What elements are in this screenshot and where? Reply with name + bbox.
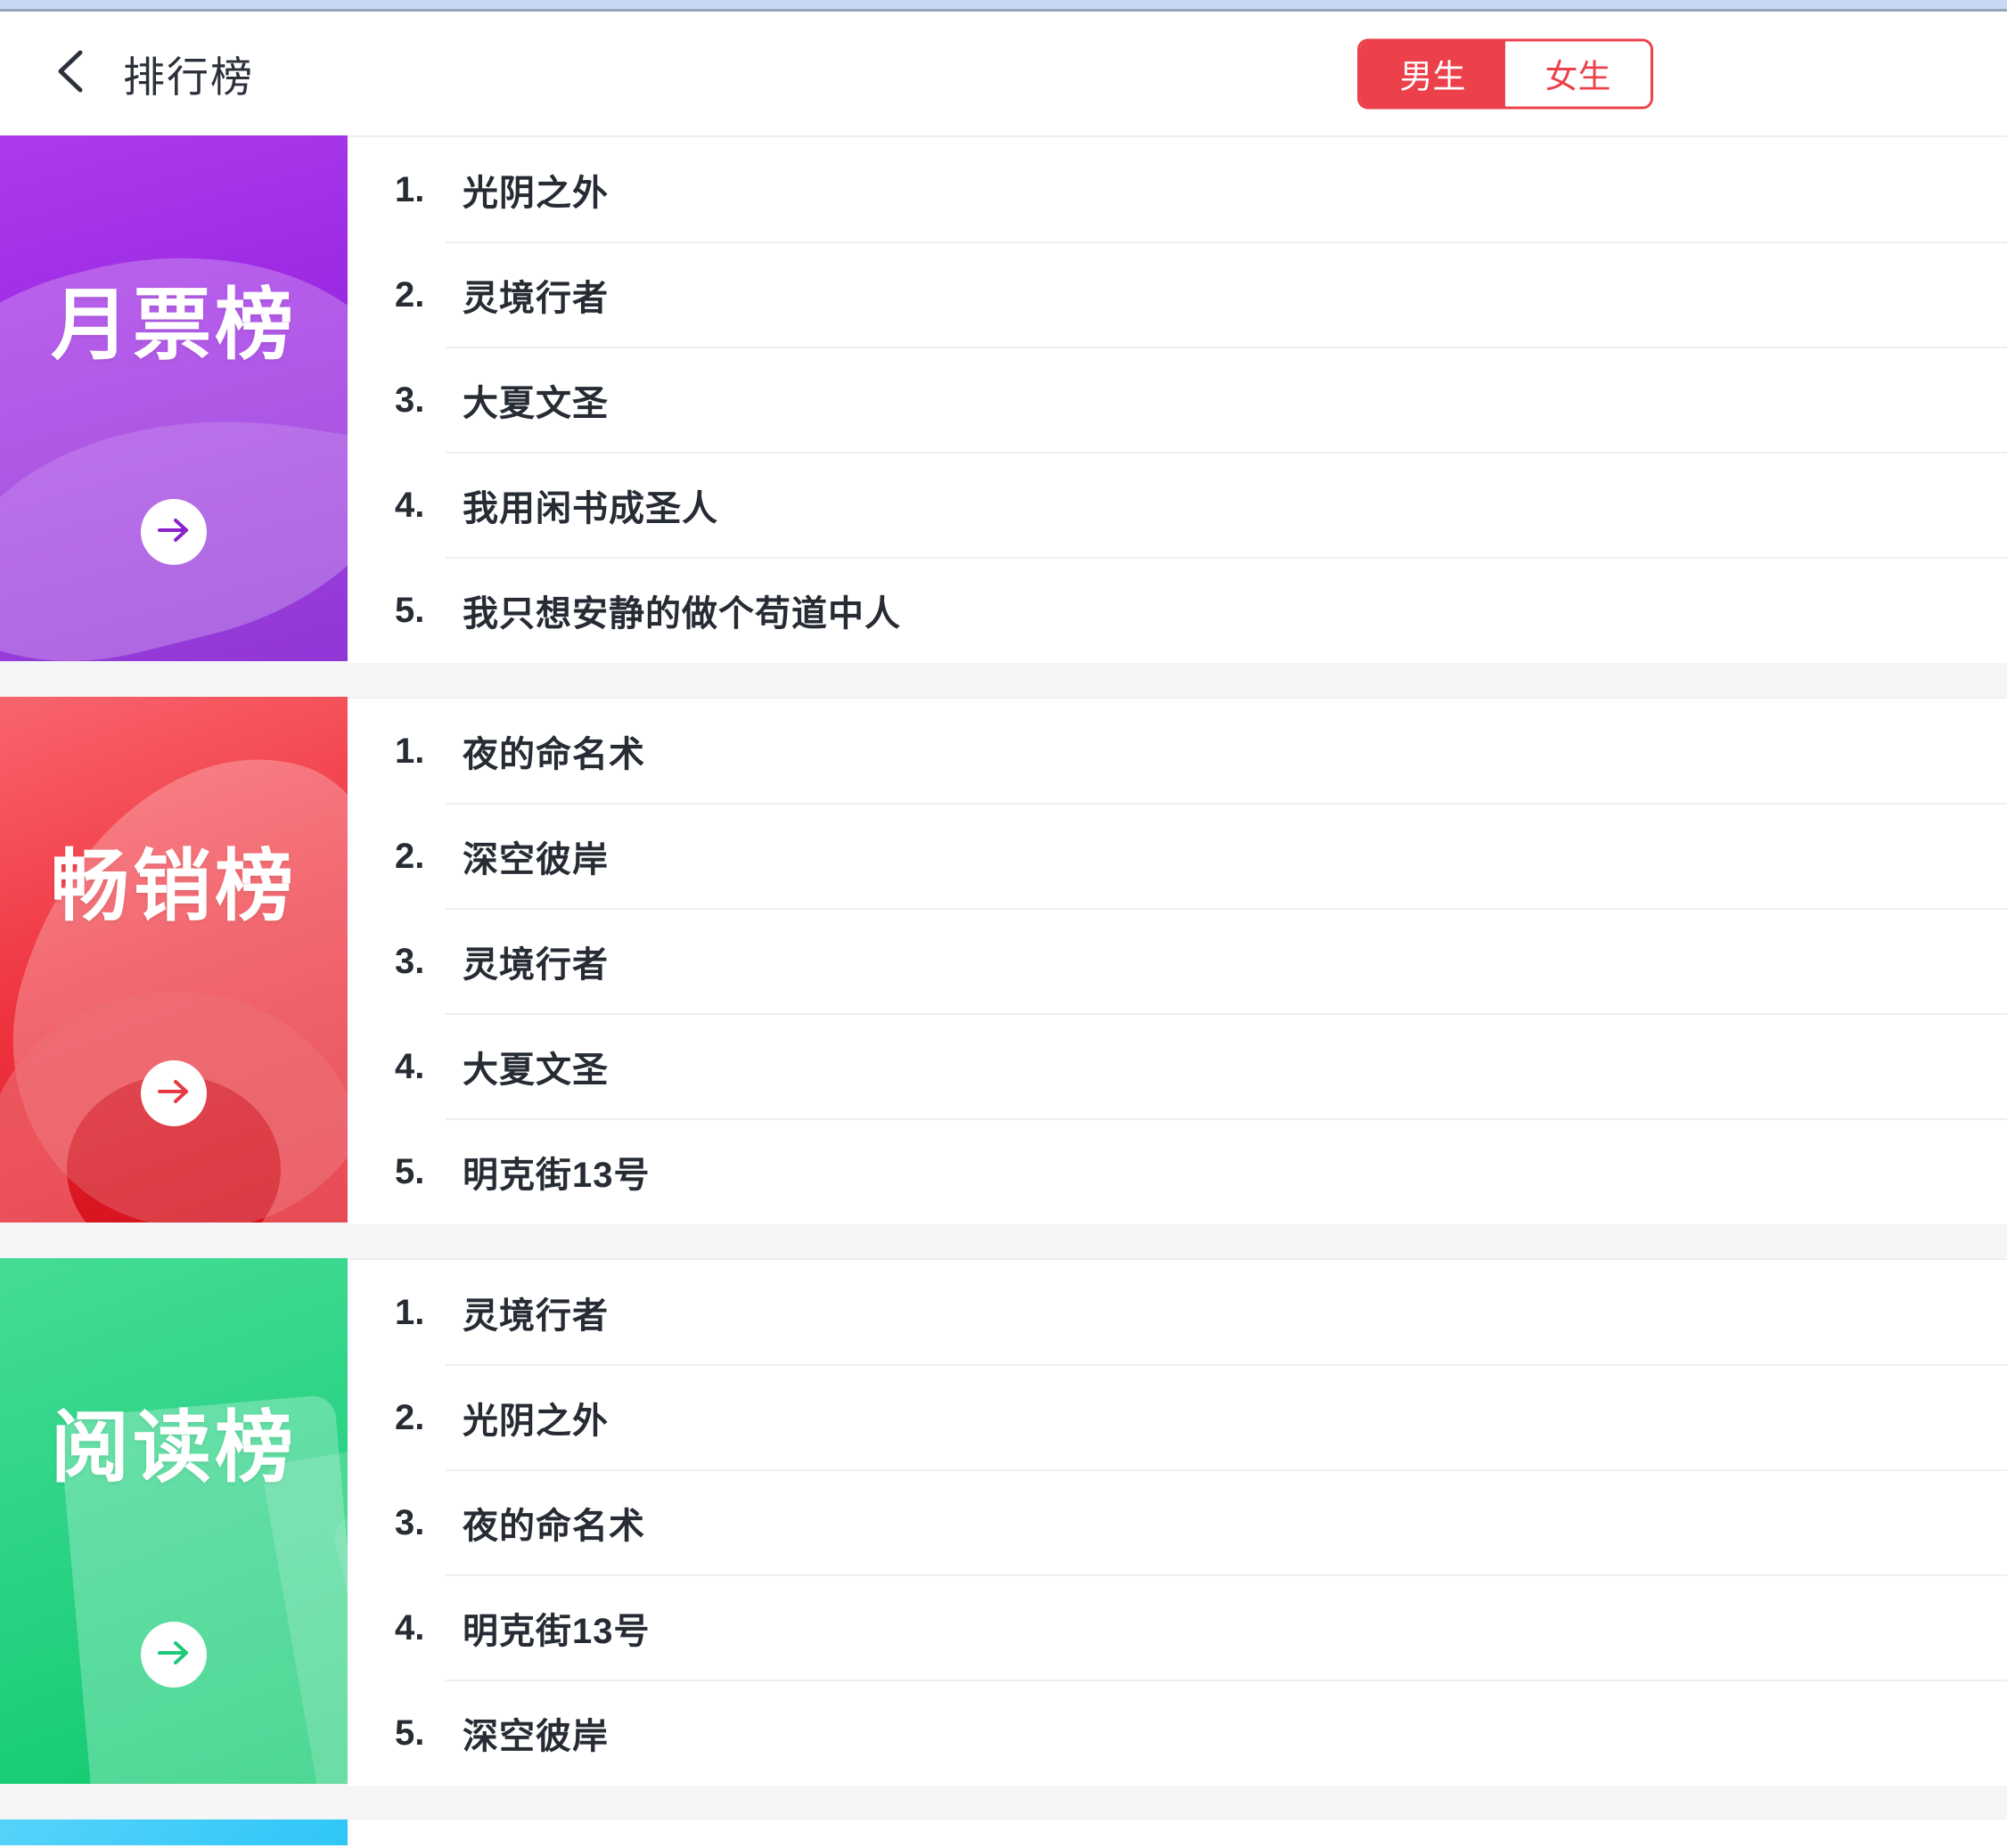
book-title: 大夏文圣 bbox=[463, 374, 609, 426]
book-row[interactable]: 2. 光阴之外 bbox=[348, 1365, 2007, 1470]
book-title: 光阴之外 bbox=[463, 1392, 609, 1443]
book-rank: 3. bbox=[395, 942, 452, 982]
book-row[interactable]: 1. 灵境行者 bbox=[348, 1260, 2007, 1365]
book-title: 明克街13号 bbox=[463, 1602, 651, 1654]
book-rank: 2. bbox=[395, 1398, 452, 1438]
arrow-right-icon bbox=[157, 1078, 191, 1109]
book-row[interactable]: 2. 深空彼岸 bbox=[348, 804, 2007, 909]
book-title: 灵境行者 bbox=[463, 1287, 609, 1338]
book-rank: 4. bbox=[395, 1047, 452, 1087]
book-rank: 3. bbox=[395, 380, 452, 421]
book-rank: 5. bbox=[395, 1152, 452, 1192]
book-rank: 3. bbox=[395, 1503, 452, 1543]
book-row[interactable]: 1. 夜的命名术 bbox=[348, 699, 2007, 804]
book-title: 夜的命名术 bbox=[463, 1497, 645, 1549]
book-title: 我用闲书成圣人 bbox=[463, 479, 718, 531]
book-title: 大夏文圣 bbox=[463, 1041, 609, 1092]
book-row[interactable]: 5. 明克街13号 bbox=[348, 1119, 2007, 1224]
book-row[interactable]: 2. 灵境行者 bbox=[348, 242, 2007, 348]
book-row[interactable]: 4. 大夏文圣 bbox=[348, 1014, 2007, 1119]
section-monthly-ticket: 月票榜 1. 光阴之外 2. 灵境行者 3. 大夏文圣 bbox=[0, 135, 2007, 661]
book-rank: 4. bbox=[395, 1608, 452, 1648]
gender-toggle: 男生 女生 bbox=[1357, 38, 1653, 109]
book-rank: 2. bbox=[395, 275, 452, 315]
section-reading: 阅读榜 1. 灵境行者 2. 光阴之外 3. 夜的命名 bbox=[0, 1258, 2007, 1784]
book-row[interactable]: 3. 大夏文圣 bbox=[348, 348, 2007, 453]
book-rank: 5. bbox=[395, 591, 452, 631]
section-bestseller: 畅销榜 1. 夜的命名术 2. 深空彼岸 3. 灵境行 bbox=[0, 697, 2007, 1222]
reading-more-button[interactable] bbox=[141, 1622, 207, 1688]
bestseller-card[interactable]: 畅销榜 bbox=[0, 697, 348, 1222]
next-ranking-card-peek[interactable] bbox=[0, 1819, 348, 1845]
book-rank: 1. bbox=[395, 170, 452, 210]
book-rank: 2. bbox=[395, 837, 452, 877]
book-rank: 5. bbox=[395, 1713, 452, 1754]
monthly-ticket-more-button[interactable] bbox=[141, 499, 207, 565]
book-row[interactable]: 4. 明克街13号 bbox=[348, 1575, 2007, 1680]
book-row[interactable]: 4. 我用闲书成圣人 bbox=[348, 453, 2007, 558]
toggle-male-button[interactable]: 男生 bbox=[1360, 41, 1505, 106]
section-separator bbox=[0, 1222, 2007, 1258]
book-title: 灵境行者 bbox=[463, 936, 609, 987]
card-label: 月票榜 bbox=[0, 262, 348, 375]
section-separator bbox=[0, 1784, 2007, 1819]
book-row[interactable]: 5. 我只想安静的做个苟道中人 bbox=[348, 558, 2007, 663]
book-rank: 1. bbox=[395, 1293, 452, 1333]
book-title: 深空彼岸 bbox=[463, 830, 609, 882]
book-row[interactable]: 3. 夜的命名术 bbox=[348, 1470, 2007, 1575]
bestseller-more-button[interactable] bbox=[141, 1060, 207, 1126]
monthly-ticket-card[interactable]: 月票榜 bbox=[0, 135, 348, 661]
chevron-left-icon bbox=[54, 49, 85, 98]
book-title: 夜的命名术 bbox=[463, 725, 645, 777]
section-separator bbox=[0, 661, 2007, 697]
browser-top-strip bbox=[0, 0, 2007, 12]
book-title: 明克街13号 bbox=[463, 1146, 651, 1198]
reading-book-list: 1. 灵境行者 2. 光阴之外 3. 夜的命名术 4. 明克街13号 5. 深空… bbox=[348, 1258, 2007, 1784]
book-row[interactable]: 1. 光阴之外 bbox=[348, 137, 2007, 242]
arrow-right-icon bbox=[157, 517, 191, 548]
book-rank: 4. bbox=[395, 486, 452, 526]
book-title: 光阴之外 bbox=[463, 164, 609, 216]
card-label: 阅读榜 bbox=[0, 1385, 348, 1498]
book-row[interactable]: 5. 深空彼岸 bbox=[348, 1680, 2007, 1786]
monthly-ticket-book-list: 1. 光阴之外 2. 灵境行者 3. 大夏文圣 4. 我用闲书成圣人 5. 我只… bbox=[348, 135, 2007, 661]
back-button[interactable] bbox=[50, 51, 89, 97]
book-rank: 1. bbox=[395, 732, 452, 772]
arrow-right-icon bbox=[157, 1639, 191, 1671]
book-title: 深空彼岸 bbox=[463, 1707, 609, 1759]
reading-card[interactable]: 阅读榜 bbox=[0, 1258, 348, 1784]
page-title: 排行榜 bbox=[123, 43, 254, 104]
toggle-female-button[interactable]: 女生 bbox=[1505, 41, 1651, 106]
book-row[interactable]: 3. 灵境行者 bbox=[348, 909, 2007, 1014]
card-label: 畅销榜 bbox=[0, 823, 348, 936]
book-title: 灵境行者 bbox=[463, 269, 609, 321]
ranking-page: 排行榜 男生 女生 月票榜 1. 光阴之外 bbox=[0, 0, 2007, 1848]
book-title: 我只想安静的做个苟道中人 bbox=[463, 585, 901, 636]
app-header: 排行榜 男生 女生 bbox=[0, 12, 2007, 135]
bestseller-book-list: 1. 夜的命名术 2. 深空彼岸 3. 灵境行者 4. 大夏文圣 5. 明克街1… bbox=[348, 697, 2007, 1222]
